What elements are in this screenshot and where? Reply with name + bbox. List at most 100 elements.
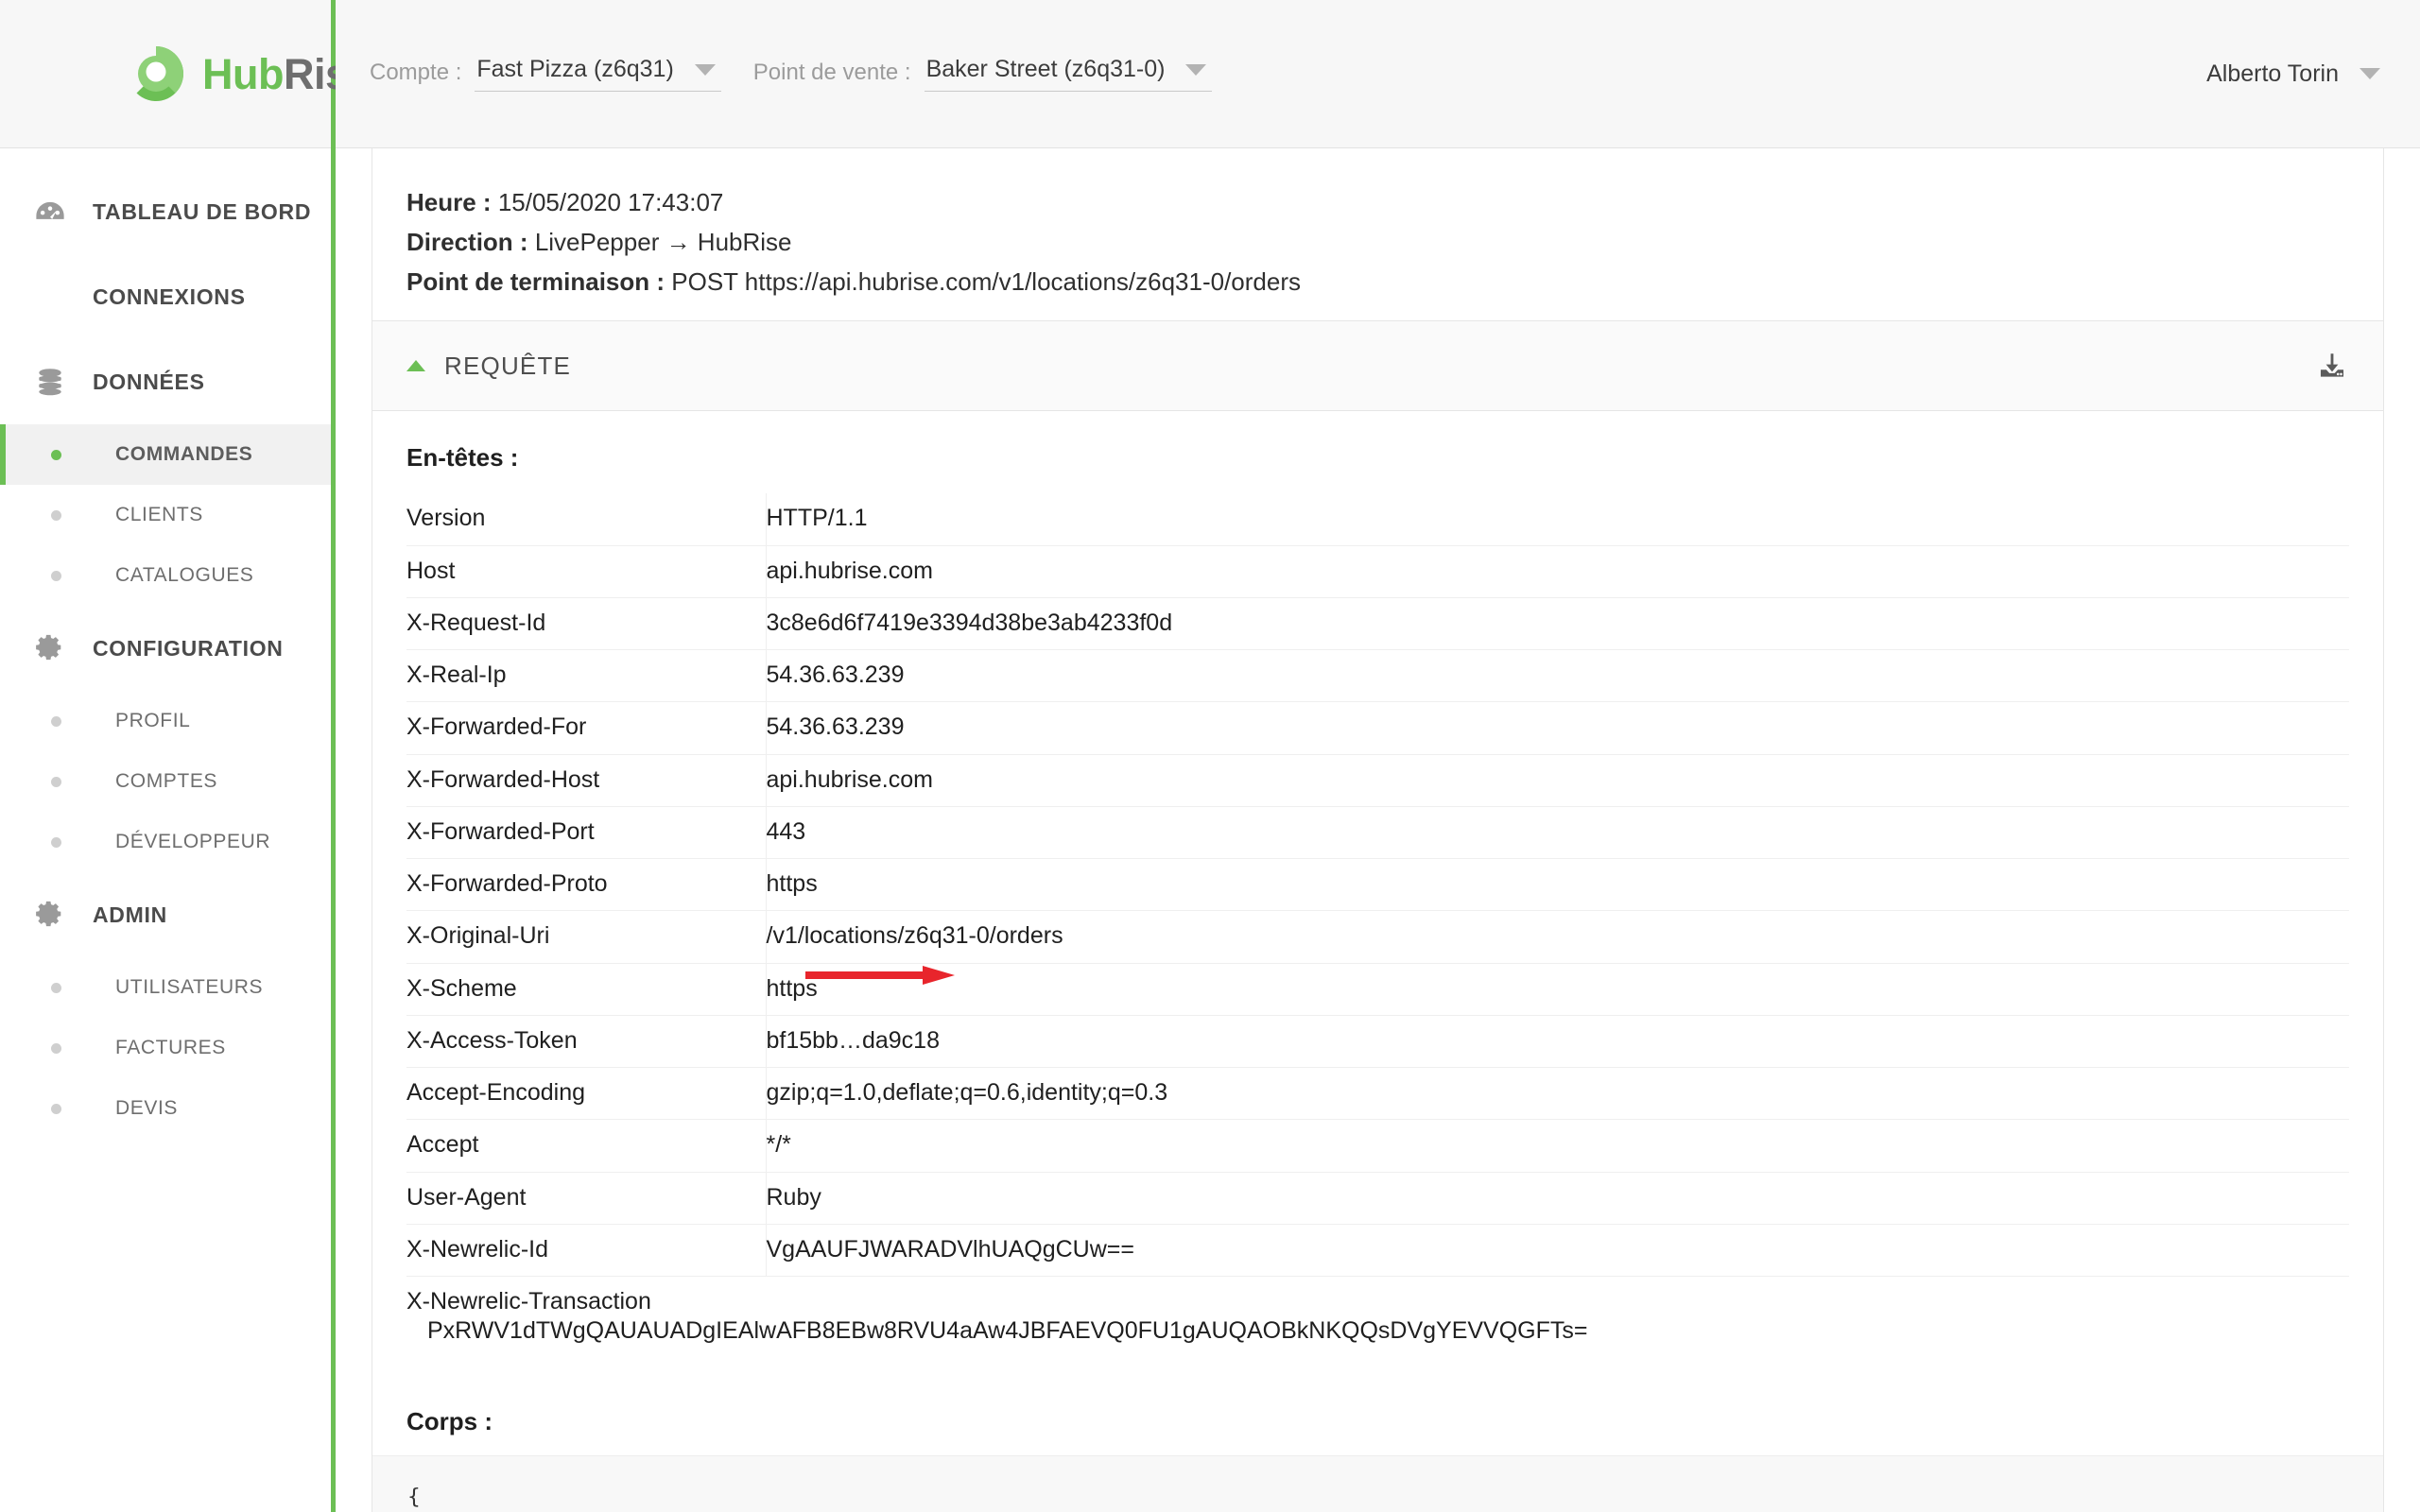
- header-key: Accept-Encoding: [406, 1067, 767, 1120]
- table-row: X-Newrelic-Transaction PxRWV1dTWgQAUAUADg…: [406, 1276, 2349, 1358]
- sidebar-label-utilisateurs: UTILISATEURS: [115, 976, 264, 998]
- sidebar-item-comptes[interactable]: COMPTES: [0, 751, 331, 812]
- sidebar-item-dashboard[interactable]: TABLEAU DE BORD: [0, 169, 331, 254]
- gear-icon: [28, 627, 72, 670]
- bullet-dot-icon: [34, 1042, 78, 1054]
- request-section-body: En-têtes : Version HTTP/1.1 Host api.hubris…: [372, 411, 2383, 1435]
- header-key: X-Forwarded-Port: [406, 805, 767, 859]
- table-row: X-Access-Token bf15bb…da9c18: [406, 1014, 2349, 1068]
- header-key: Version: [406, 493, 767, 546]
- bullet-dot-icon: [34, 836, 78, 848]
- table-row: X-Forwarded-For 54.36.63.239: [406, 701, 2349, 755]
- header-key: X-Newrelic-Transaction PxRWV1dTWgQAUAUADg…: [406, 1276, 2349, 1358]
- sidebar-label-comptes: COMPTES: [115, 770, 218, 792]
- location-selector[interactable]: Point de vente : Baker Street (z6q31-0): [753, 56, 1213, 92]
- download-icon[interactable]: [2313, 347, 2351, 385]
- account-value: Fast Pizza (z6q31): [476, 56, 674, 82]
- brand-hub: Hub: [202, 49, 284, 98]
- body-label: Corps :: [406, 1406, 493, 1435]
- header-value: 54.36.63.239: [766, 649, 2349, 702]
- log-meta: Heure : 15/05/2020 17:43:07 Direction : …: [372, 148, 2383, 320]
- header-value: /v1/locations/z6q31-0/orders: [766, 910, 2349, 964]
- main-area: Compte : Fast Pizza (z6q31) Point de ven…: [336, 0, 2420, 1512]
- meta-row-time: Heure : 15/05/2020 17:43:07: [406, 182, 2383, 222]
- content-scroll: Heure : 15/05/2020 17:43:07 Direction : …: [336, 148, 2420, 1512]
- request-section-title: REQUÊTE: [444, 351, 572, 380]
- table-row: X-Forwarded-Proto https: [406, 858, 2349, 911]
- sidebar-nav: TABLEAU DE BORD CONNEXIONS DONNÉES COMMA…: [0, 148, 331, 1139]
- sidebar-label-profil: PROFIL: [115, 710, 191, 731]
- header-value: Ruby: [766, 1171, 2349, 1225]
- meta-row-endpoint: Point de terminaison : POST https://api.…: [406, 262, 2383, 301]
- header-value: VgAAUFJWARADVlhUAQgCUw==: [766, 1223, 2349, 1277]
- table-row: X-Original-Uri/v1/locations/z6q31-0/orde…: [406, 910, 2349, 964]
- user-menu[interactable]: Alberto Torin: [2206, 60, 2380, 88]
- sidebar-label-connexions: CONNEXIONS: [93, 284, 246, 309]
- sidebar-label-donnees: DONNÉES: [93, 369, 205, 394]
- triangle-up-icon[interactable]: [406, 360, 425, 372]
- sidebar-item-factures[interactable]: FACTURES: [0, 1018, 331, 1078]
- sidebar-item-connexions[interactable]: CONNEXIONS: [0, 254, 331, 339]
- sidebar-item-utilisateurs[interactable]: UTILISATEURS: [0, 957, 331, 1018]
- bullet-dot-icon: [34, 509, 78, 521]
- table-row: Accept */*: [406, 1119, 2349, 1173]
- location-value: Baker Street (z6q31-0): [925, 56, 1166, 82]
- direction-value: LivePepper → HubRise: [534, 228, 792, 257]
- hubrise-logo-icon: [125, 43, 187, 105]
- sidebar-item-devis[interactable]: DEVIS: [0, 1078, 331, 1139]
- header-key: Accept: [406, 1119, 767, 1173]
- sidebar: HubRise TABLEAU DE BORD CONNEXIONS DONNÉ…: [0, 0, 372, 1512]
- header-value: bf15bb…da9c18: [766, 1014, 2349, 1068]
- chevron-down-icon: [1185, 63, 1207, 76]
- header-key: X-Scheme: [406, 962, 767, 1016]
- header-key: X-Forwarded-Proto: [406, 858, 767, 911]
- endpoint-label: Point de terminaison :: [406, 267, 666, 297]
- chevron-down-icon: [694, 63, 716, 76]
- header-key: Host: [406, 544, 767, 598]
- sidebar-item-clients[interactable]: CLIENTS: [0, 485, 331, 545]
- sidebar-label-admin: ADMIN: [93, 902, 167, 927]
- sidebar-label-clients: CLIENTS: [115, 504, 203, 525]
- bullet-dot-icon: [34, 982, 78, 993]
- log-detail-panel: Heure : 15/05/2020 17:43:07 Direction : …: [372, 148, 2384, 1512]
- logo-area[interactable]: HubRise: [0, 0, 372, 148]
- header-key: X-Newrelic-Id: [406, 1223, 767, 1277]
- table-row: X-Forwarded-Port 443: [406, 805, 2349, 859]
- header-value: https: [766, 962, 2349, 1016]
- header-value: api.hubrise.com: [766, 753, 2349, 807]
- sidebar-item-profil[interactable]: PROFIL: [0, 691, 331, 751]
- bullet-dot-icon: [34, 776, 78, 787]
- header-key: X-Forwarded-For: [406, 701, 767, 755]
- header-value: gzip;q=1.0,deflate;q=0.6,identity;q=0.3: [766, 1067, 2349, 1120]
- sidebar-item-developpeur[interactable]: DÉVELOPPEUR: [0, 812, 331, 872]
- header-key: X-Real-Ip: [406, 649, 767, 702]
- account-selector[interactable]: Compte : Fast Pizza (z6q31): [370, 56, 721, 92]
- headers-label: En-têtes :: [406, 443, 519, 472]
- user-name: Alberto Torin: [2206, 60, 2339, 87]
- bullet-dot-icon: [34, 1103, 78, 1114]
- table-row: X-Newrelic-Id VgAAUFJWARADVlhUAQgCUw==: [406, 1223, 2349, 1277]
- sidebar-item-admin[interactable]: ADMIN: [0, 872, 331, 957]
- table-row: Accept-Encoding gzip;q=1.0,deflate;q=0.6,…: [406, 1067, 2349, 1120]
- sidebar-item-configuration[interactable]: CONFIGURATION: [0, 606, 331, 691]
- endpoint-value: POST https://api.hubrise.com/v1/location…: [671, 267, 1302, 297]
- header-key: User-Agent: [406, 1171, 767, 1225]
- sidebar-item-commandes[interactable]: COMMANDES: [0, 424, 331, 485]
- sidebar-label-dashboard: TABLEAU DE BORD: [93, 198, 312, 224]
- request-section-header[interactable]: REQUÊTE: [372, 320, 2383, 412]
- sidebar-item-catalogues[interactable]: CATALOGUES: [0, 545, 331, 606]
- headers-table: Version HTTP/1.1 Host api.hubrise.com X-Requ…: [406, 493, 2349, 1358]
- header-value: https: [766, 858, 2349, 911]
- table-row: Version HTTP/1.1: [406, 493, 2349, 546]
- table-row: Host api.hubrise.com: [406, 544, 2349, 598]
- code-line: {: [382, 1481, 2383, 1512]
- header-value-wrapped: PxRWV1dTWgQAUAUADgIEAlwAFB8EBw8RVU4aAw4J…: [427, 1317, 1588, 1345]
- sidebar-item-donnees[interactable]: DONNÉES: [0, 339, 331, 424]
- sidebar-label-devis: DEVIS: [115, 1097, 179, 1119]
- direction-label: Direction :: [406, 228, 528, 257]
- location-label: Point de vente :: [752, 60, 911, 85]
- header-value: api.hubrise.com: [766, 544, 2349, 598]
- request-body-code: { "private_ref": 9534869, "service_type"…: [372, 1454, 2383, 1512]
- topbar: Compte : Fast Pizza (z6q31) Point de ven…: [336, 0, 2420, 148]
- time-value: 15/05/2020 17:43:07: [497, 188, 724, 216]
